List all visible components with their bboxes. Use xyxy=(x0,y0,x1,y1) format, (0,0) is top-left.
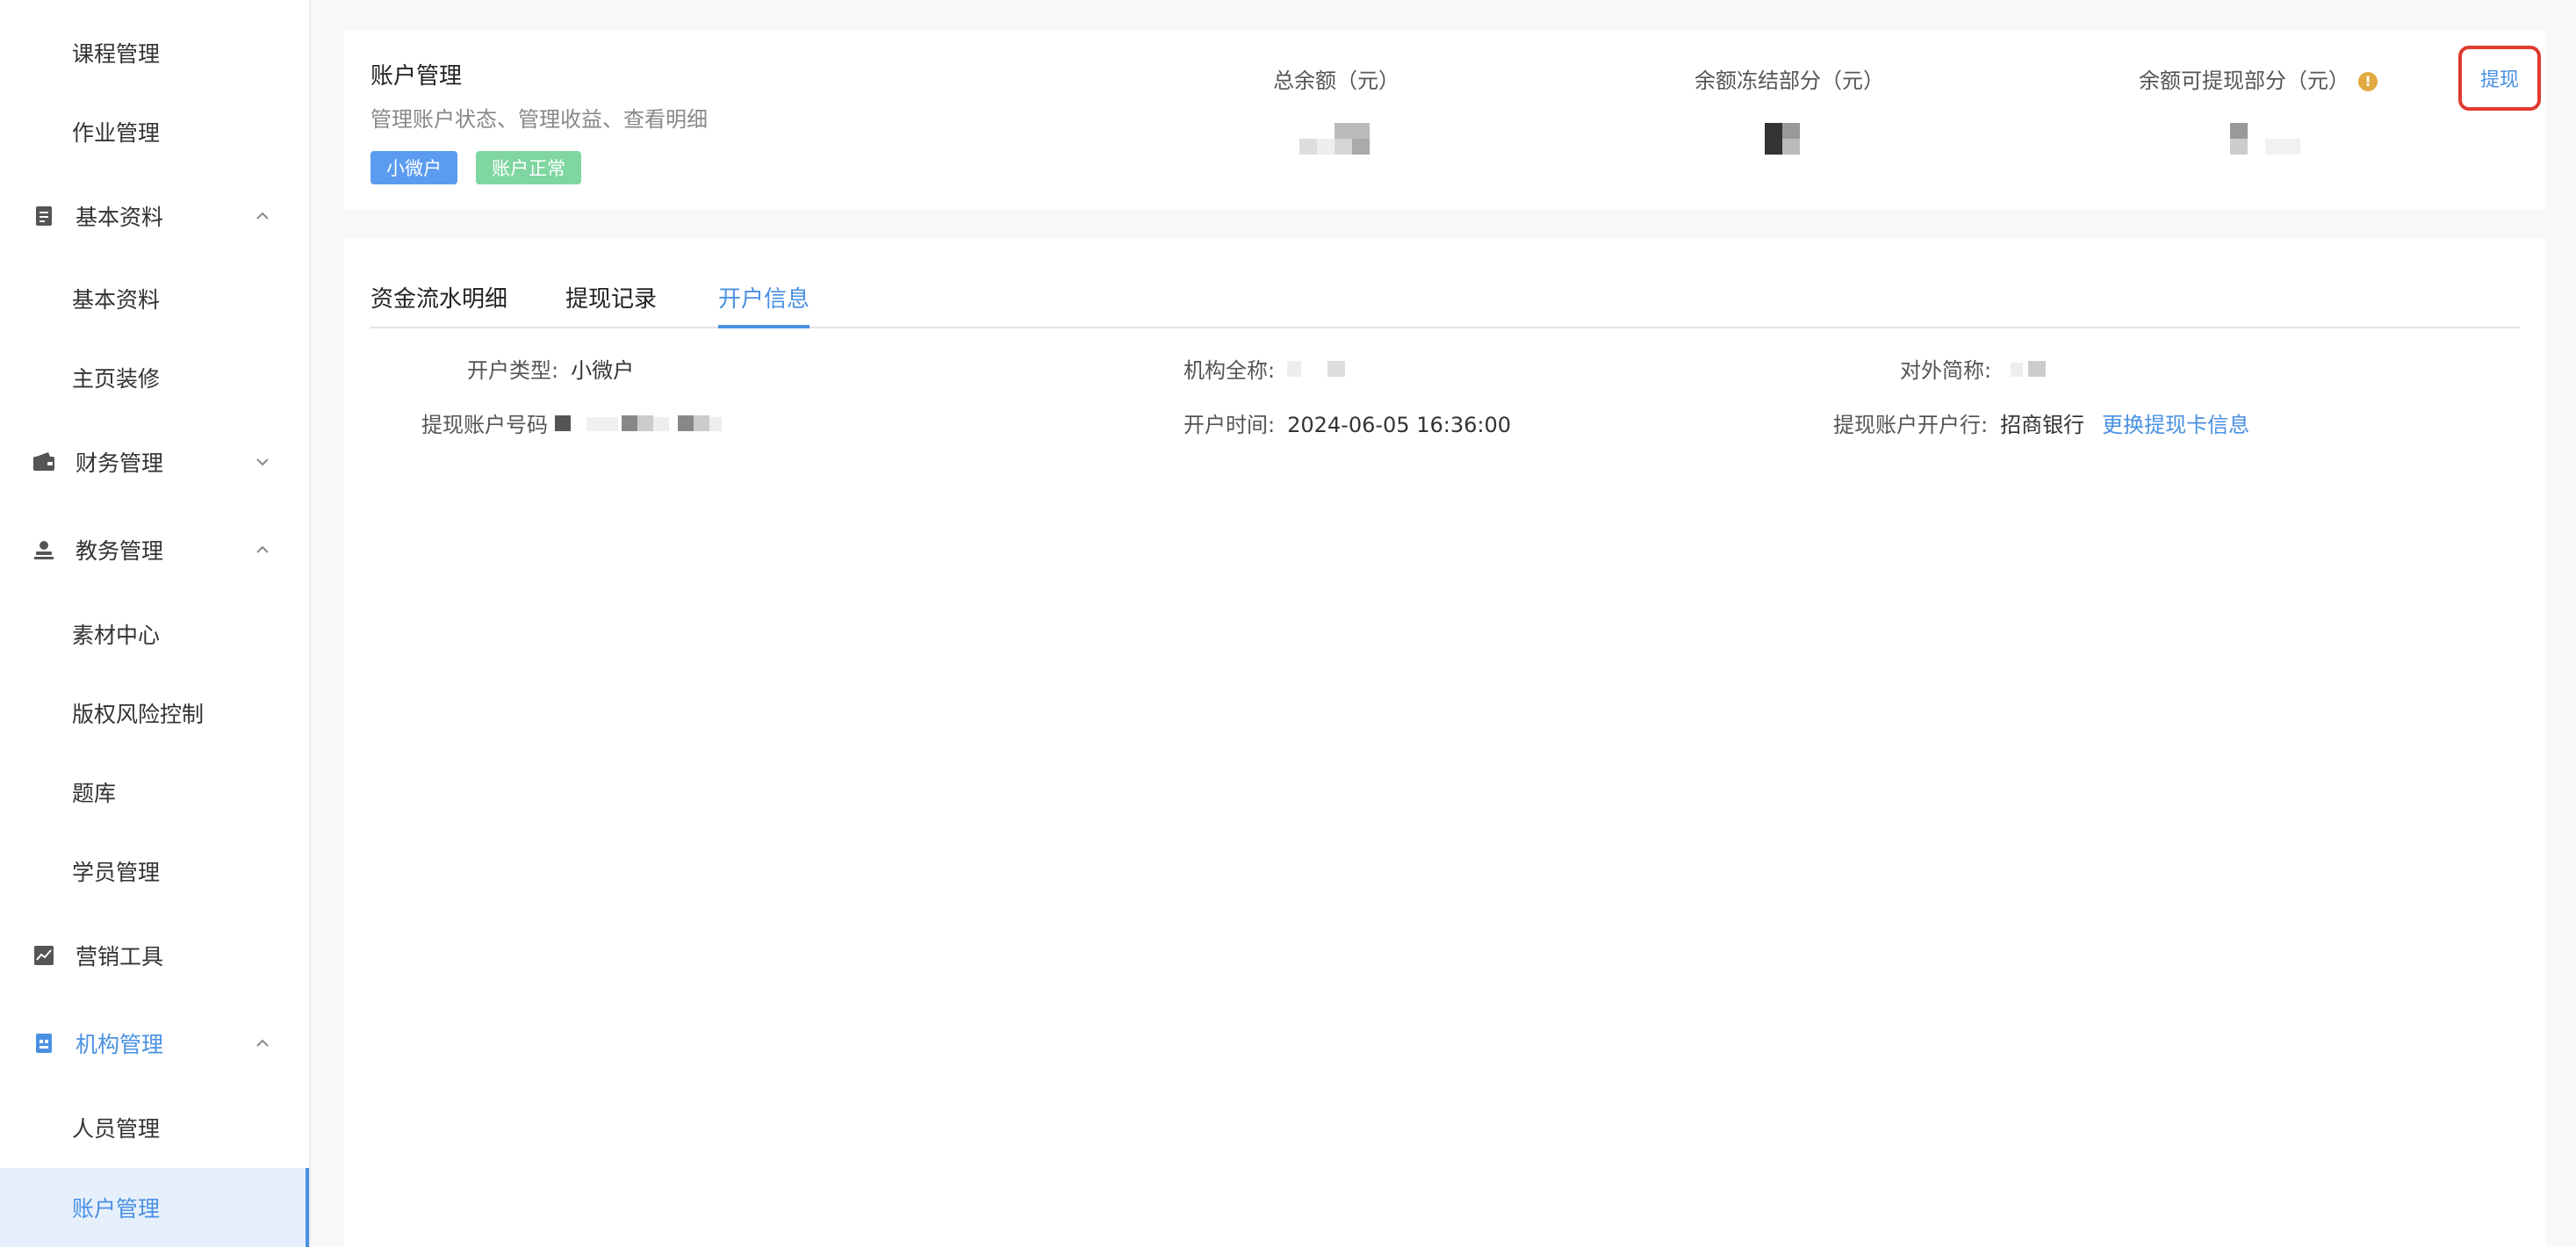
short-name-value-redacted xyxy=(2007,361,2051,382)
sidebar: 课程管理 作业管理 基本资料 基本资料 主页装修 财务管理 教务管理 素材中心 … xyxy=(0,0,311,1247)
sidebar-item-copyright-risk[interactable]: 版权风险控制 xyxy=(0,676,309,750)
account-detail-card: 资金流水明细 提现记录 开户信息 开户类型: 小微户 机构全称: 对外简称: 提现… xyxy=(344,239,2546,1247)
bank-label: 提现账户开户行: xyxy=(1833,413,1989,437)
withdrawable-balance-label: 余额可提现部分（元）! xyxy=(2139,63,2378,94)
change-card-link[interactable]: 更换提现卡信息 xyxy=(2102,413,2249,437)
short-name-field: 对外简称: xyxy=(1900,353,2051,384)
page-subtitle: 管理账户状态、管理收益、查看明细 xyxy=(371,107,708,132)
sidebar-item-course-management[interactable]: 课程管理 xyxy=(0,16,309,90)
sidebar-item-question-bank[interactable]: 题库 xyxy=(0,755,309,829)
org-name-field: 机构全称: xyxy=(1184,353,1349,384)
sidebar-item-staff-management[interactable]: 人员管理 xyxy=(0,1091,309,1164)
sidebar-item-basic-profile[interactable]: 基本资料 xyxy=(0,262,309,335)
detail-tabs: 资金流水明细 提现记录 开户信息 xyxy=(371,281,2520,328)
withdraw-account-field: 提现账户号码 xyxy=(421,407,748,438)
sidebar-item-label: 教务管理 xyxy=(76,538,164,564)
withdraw-account-value-redacted xyxy=(554,415,748,436)
sidebar-item-material-center[interactable]: 素材中心 xyxy=(0,597,309,671)
sidebar-item-homework-management[interactable]: 作业管理 xyxy=(0,95,309,169)
sidebar-item-label: 营销工具 xyxy=(76,944,164,969)
sidebar-item-label: 素材中心 xyxy=(72,623,161,648)
wallet-icon xyxy=(32,450,56,474)
org-name-value-redacted xyxy=(1286,361,1349,382)
open-type-value: 小微户 xyxy=(571,358,635,383)
building-doc-icon xyxy=(32,1031,56,1056)
sidebar-item-label: 基本资料 xyxy=(72,287,161,313)
bank-value: 招商银行 xyxy=(2000,413,2085,437)
sidebar-item-label: 课程管理 xyxy=(72,41,161,67)
sidebar-item-label: 机构管理 xyxy=(76,1032,164,1057)
withdraw-account-label: 提现账户号码 xyxy=(421,413,548,437)
open-time-value: 2024-06-05 16:36:00 xyxy=(1287,413,1511,437)
open-time-label: 开户时间: xyxy=(1184,413,1276,437)
sidebar-item-label: 财务管理 xyxy=(76,451,164,476)
person-icon xyxy=(32,537,56,562)
sidebar-group-marketing[interactable]: 营销工具 xyxy=(0,919,309,992)
sidebar-group-finance[interactable]: 财务管理 xyxy=(0,425,309,499)
chevron-up-icon xyxy=(256,212,269,220)
sidebar-item-label: 基本资料 xyxy=(76,205,164,230)
sidebar-item-label: 人员管理 xyxy=(72,1116,161,1142)
frozen-balance-label: 余额冻结部分（元） xyxy=(1695,68,1884,93)
open-type-field: 开户类型: 小微户 xyxy=(467,353,634,384)
account-summary-card: 账户管理 管理账户状态、管理收益、查看明细 小微户 账户正常 总余额（元） 余额… xyxy=(344,30,2546,209)
sidebar-item-label: 作业管理 xyxy=(72,120,161,146)
tab-withdraw-records[interactable]: 提现记录 xyxy=(565,281,657,328)
sidebar-item-homepage-decoration[interactable]: 主页装修 xyxy=(0,341,309,414)
short-name-label: 对外简称: xyxy=(1900,358,1992,383)
org-name-label: 机构全称: xyxy=(1184,358,1276,383)
bank-field: 提现账户开户行: 招商银行 更换提现卡信息 xyxy=(1833,407,2249,438)
warning-info-icon[interactable]: ! xyxy=(2358,72,2378,91)
sidebar-group-org-management[interactable]: 机构管理 xyxy=(0,1006,309,1080)
sidebar-item-account-management[interactable]: 账户管理 xyxy=(0,1168,309,1247)
sidebar-item-label: 主页装修 xyxy=(72,366,161,392)
total-balance-label: 总余额（元） xyxy=(1273,68,1400,93)
account-type-badge: 小微户 xyxy=(371,151,457,184)
sidebar-item-label: 版权风险控制 xyxy=(72,702,205,727)
sidebar-group-basic-info[interactable]: 基本资料 xyxy=(0,179,309,253)
sidebar-item-label: 账户管理 xyxy=(72,1196,161,1222)
sidebar-item-label: 题库 xyxy=(72,781,117,806)
chevron-down-icon xyxy=(256,458,269,466)
open-type-label: 开户类型: xyxy=(467,358,559,383)
chevron-up-icon xyxy=(256,1039,269,1047)
withdraw-button[interactable]: 提现 xyxy=(2458,46,2541,111)
open-time-field: 开户时间: 2024-06-05 16:36:00 xyxy=(1184,407,1511,438)
sidebar-item-student-management[interactable]: 学员管理 xyxy=(0,834,309,908)
document-icon xyxy=(32,204,56,228)
page-title: 账户管理 xyxy=(371,63,463,90)
tab-fund-flow[interactable]: 资金流水明细 xyxy=(371,281,507,328)
account-status-badge: 账户正常 xyxy=(476,151,581,184)
tab-open-account-info[interactable]: 开户信息 xyxy=(718,281,810,328)
sidebar-group-academic[interactable]: 教务管理 xyxy=(0,513,309,587)
sidebar-item-label: 学员管理 xyxy=(72,860,161,885)
chart-line-icon xyxy=(32,943,56,968)
chevron-up-icon xyxy=(256,545,269,553)
